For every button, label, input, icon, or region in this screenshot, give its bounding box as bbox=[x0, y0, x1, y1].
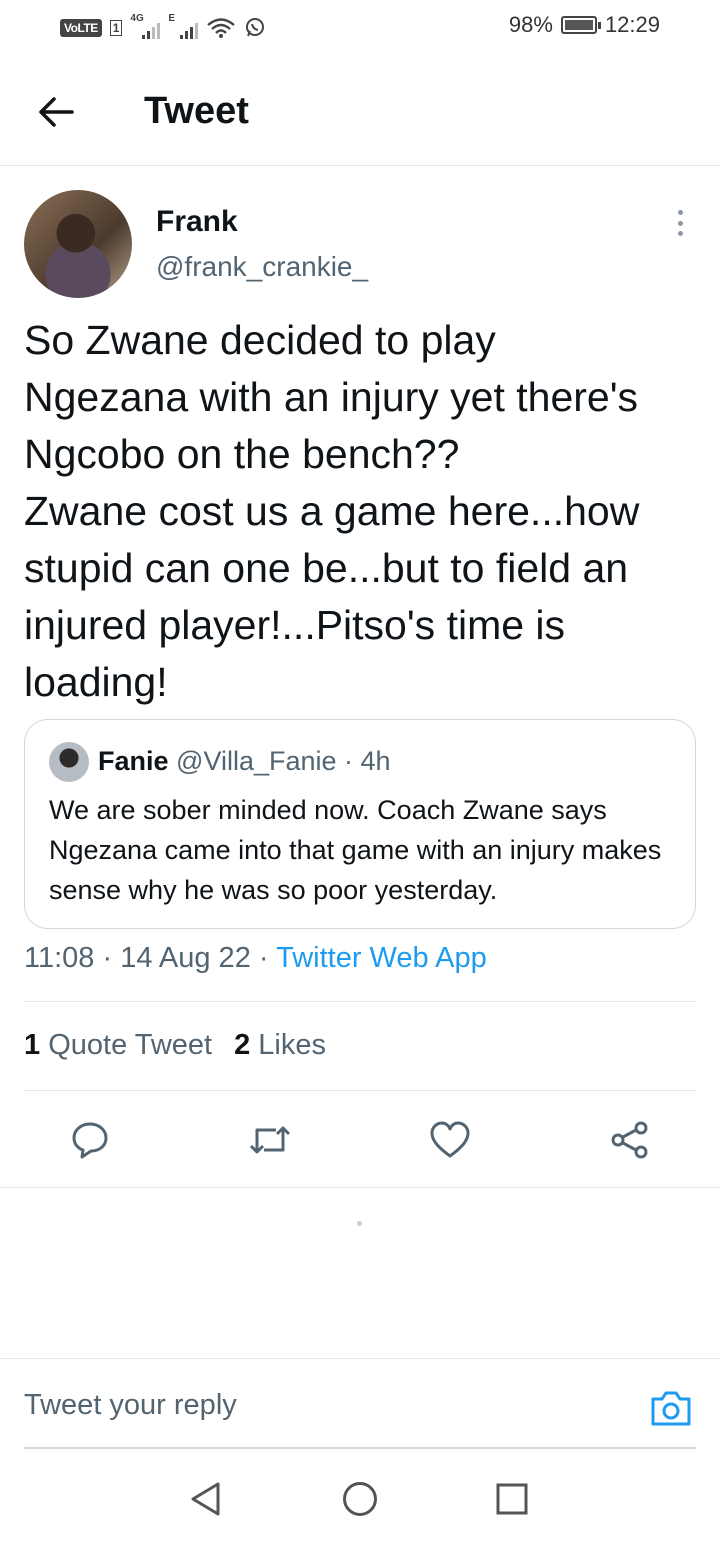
camera-icon bbox=[651, 1391, 691, 1426]
camera-button[interactable] bbox=[648, 1385, 694, 1431]
battery-percent: 98% bbox=[508, 12, 553, 37]
more-dots-icon bbox=[677, 210, 683, 215]
status-left: VoLTE 1 4G E bbox=[60, 13, 266, 42]
tweet-text: So Zwane decided to play Ngezana with an… bbox=[24, 317, 640, 705]
page-title: Tweet bbox=[144, 90, 249, 132]
like-label: Likes bbox=[250, 1029, 327, 1061]
battery-icon bbox=[560, 16, 601, 34]
volte-indicator: VoLTE bbox=[60, 19, 102, 37]
triangle-back-icon bbox=[191, 1482, 220, 1516]
reply-icon bbox=[72, 1122, 108, 1159]
quote-tweets-link[interactable]: 1 Quote Tweet bbox=[24, 1029, 212, 1061]
signal-icon-2: E bbox=[168, 13, 199, 39]
like-count: 2 bbox=[234, 1029, 251, 1061]
reply-button[interactable] bbox=[68, 1118, 112, 1162]
whatsapp-icon bbox=[246, 18, 265, 37]
quote-author-name: Fanie bbox=[98, 746, 169, 776]
tweet-timestamp: 11:08 · 14 Aug 22 · Twitter Web App bbox=[24, 942, 487, 975]
divider bbox=[0, 1187, 720, 1188]
author-name[interactable]: Frank bbox=[156, 205, 238, 239]
back-button[interactable] bbox=[32, 88, 80, 136]
back-arrow-icon bbox=[39, 97, 74, 127]
like-button[interactable] bbox=[428, 1118, 472, 1162]
source-link[interactable]: Twitter Web App bbox=[276, 942, 487, 974]
quote-header: Fanie @Villa_Fanie · 4h bbox=[98, 746, 391, 777]
like-icon bbox=[430, 1121, 470, 1158]
likes-link[interactable]: 2 Likes bbox=[234, 1029, 326, 1061]
reply-input[interactable]: Tweet your reply bbox=[24, 1389, 237, 1422]
reply-underline bbox=[24, 1447, 696, 1449]
quote-label: Quote Tweet bbox=[40, 1029, 213, 1061]
nav-back-button[interactable] bbox=[184, 1477, 228, 1521]
square-recents-icon bbox=[496, 1483, 528, 1515]
quote-text: We are sober minded now. Coach Zwane say… bbox=[49, 795, 662, 905]
sim-indicator: 1 bbox=[109, 20, 123, 36]
quoted-tweet[interactable]: Fanie @Villa_Fanie · 4h We are sober min… bbox=[24, 719, 696, 929]
share-icon bbox=[611, 1121, 648, 1159]
reply-bar: Tweet your reply bbox=[0, 1358, 720, 1449]
retweet-icon bbox=[249, 1126, 291, 1154]
quote-meta: @Villa_Fanie · 4h bbox=[168, 746, 391, 776]
author-handle[interactable]: @frank_crankie_ bbox=[156, 251, 368, 283]
action-bar bbox=[0, 1110, 720, 1170]
app-header: Tweet bbox=[0, 56, 720, 166]
share-button[interactable] bbox=[608, 1118, 652, 1162]
system-nav-bar bbox=[0, 1455, 720, 1541]
network-type-e: E bbox=[168, 13, 176, 24]
status-right: 98% 12:29 bbox=[509, 12, 660, 38]
nav-home-button[interactable] bbox=[338, 1477, 382, 1521]
retweet-button[interactable] bbox=[248, 1118, 292, 1162]
author-avatar[interactable] bbox=[24, 190, 132, 298]
divider bbox=[24, 1001, 696, 1002]
status-bar: VoLTE 1 4G E 98% 12:29 bbox=[0, 0, 720, 56]
circle-home-icon bbox=[343, 1482, 377, 1516]
network-type-4g: 4G bbox=[130, 13, 144, 24]
more-options-button[interactable] bbox=[666, 206, 694, 240]
quote-avatar bbox=[49, 742, 89, 782]
divider bbox=[24, 1090, 696, 1091]
quote-count: 1 bbox=[24, 1029, 41, 1061]
tweet-stats: 1 Quote Tweet 2 Likes bbox=[24, 1029, 326, 1062]
signal-icon: 4G bbox=[130, 13, 161, 39]
timestamp-text: 11:08 · 14 Aug 22 · bbox=[24, 942, 277, 974]
clock: 12:29 bbox=[604, 12, 660, 37]
loading-indicator bbox=[357, 1221, 362, 1226]
wifi-icon bbox=[207, 18, 236, 38]
nav-recents-button[interactable] bbox=[490, 1477, 534, 1521]
